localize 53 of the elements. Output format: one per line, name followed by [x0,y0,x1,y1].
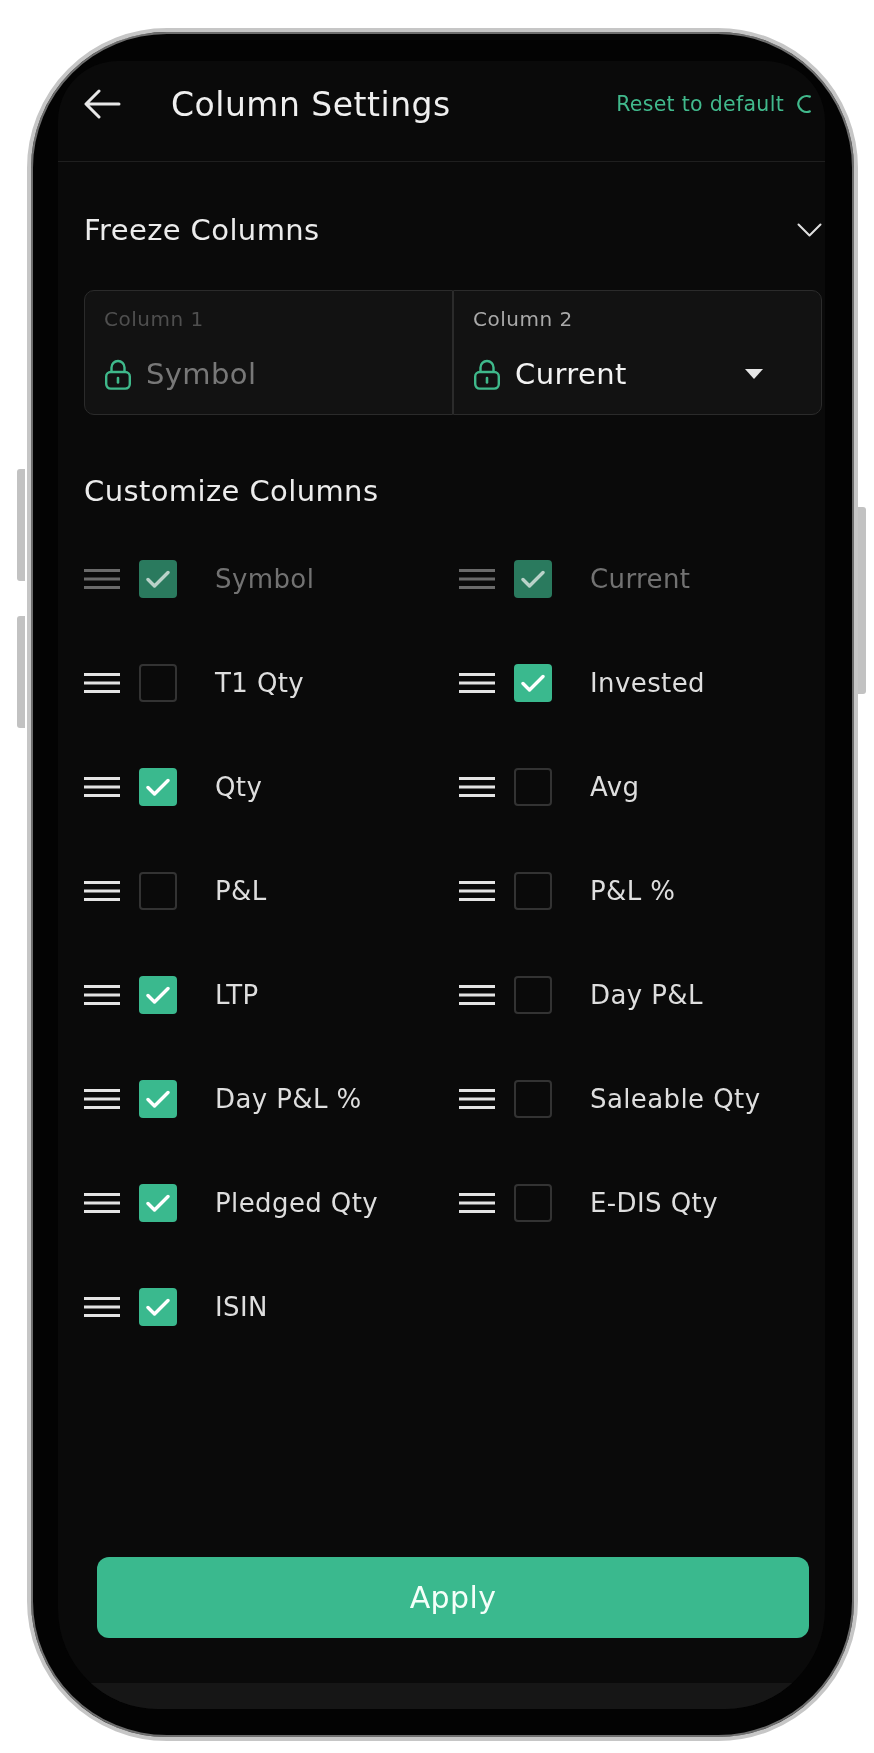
section-title: Customize Columns [84,474,379,508]
column-label: Current [590,564,691,594]
lock-icon [473,358,501,390]
checkbox[interactable] [139,1184,177,1222]
section-title: Freeze Columns [84,213,320,247]
column-label: LTP [215,980,259,1010]
column-label: Day P&L [590,980,703,1010]
checkbox[interactable] [514,976,552,1014]
checkmark-icon [146,986,170,1004]
checkbox[interactable] [139,976,177,1014]
field-label: Column 2 [473,307,574,331]
checkmark-icon [146,1298,170,1316]
reset-button[interactable]: Reset to default [616,92,811,116]
checkmark-icon [521,674,545,692]
checkmark-icon [146,570,170,588]
checkbox[interactable] [139,664,177,702]
refresh-icon [797,93,811,115]
column-label: Qty [215,772,263,802]
drag-handle-icon[interactable] [84,569,120,589]
checkmark-icon [146,1194,170,1212]
column-label: Pledged Qty [215,1188,379,1218]
chevron-down-icon[interactable] [797,223,822,237]
checkbox[interactable] [514,872,552,910]
column-label: Symbol [215,564,315,594]
checkbox[interactable] [139,872,177,910]
lock-icon [104,358,132,390]
back-arrow-icon[interactable] [84,89,121,119]
column-select[interactable]: Column 2 Current [453,290,822,415]
field-label: Column 1 [104,307,205,331]
checkbox[interactable] [139,1288,177,1326]
field-value: Symbol [146,357,257,391]
checkbox[interactable] [514,1080,552,1118]
column-label: ISIN [215,1292,268,1322]
column-label: Day P&L % [215,1084,362,1114]
page-title: Column Settings [171,84,451,124]
column-label: Avg [590,772,640,802]
checkbox[interactable] [514,768,552,806]
dropdown-caret-icon[interactable] [745,369,763,379]
checkbox[interactable] [139,768,177,806]
column-label: Invested [590,668,705,698]
checkmark-icon [146,778,170,796]
checkmark-icon [146,1090,170,1108]
column-label: P&L % [590,876,676,906]
column-label: T1 Qty [215,668,305,698]
checkbox[interactable] [139,1080,177,1118]
column-label: E-DIS Qty [590,1188,718,1218]
drag-handle-icon[interactable] [459,569,495,589]
checkbox[interactable] [514,664,552,702]
column-label: Saleable Qty [590,1084,761,1114]
column-label: P&L [215,876,267,906]
checkmark-icon [521,570,545,588]
field-value: Current [515,357,627,391]
checkbox[interactable] [514,1184,552,1222]
